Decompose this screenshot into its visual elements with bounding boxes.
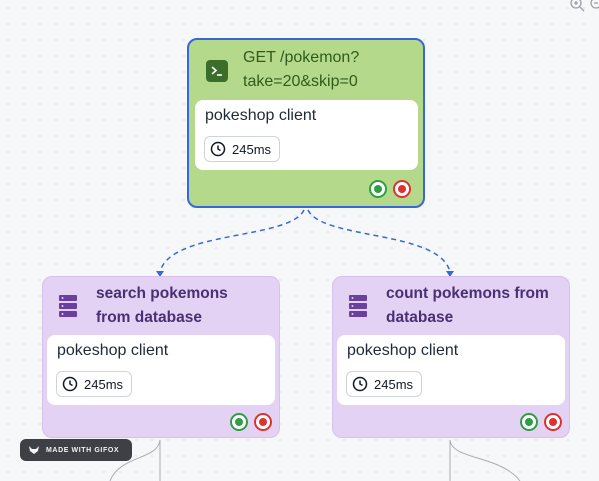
trace-canvas[interactable]: GET /pokemon?take=20&skip=0 pokeshop cli…	[0, 0, 599, 481]
span-card: pokeshop client 245ms	[195, 100, 418, 170]
gifox-badge: MADE WITH GIFOX	[20, 439, 132, 461]
duration-badge: 245ms	[346, 371, 423, 397]
service-name: pokeshop client	[347, 342, 459, 359]
root-span-node[interactable]: GET /pokemon?take=20&skip=0 pokeshop cli…	[187, 38, 425, 208]
zoom-in-icon[interactable]	[569, 0, 585, 12]
edge-root-to-search	[159, 209, 305, 273]
duration-badge: 245ms	[56, 371, 133, 397]
status-indicators	[230, 413, 272, 431]
clock-icon	[62, 376, 78, 392]
zoom-out-icon[interactable]	[589, 0, 599, 12]
edge-root-to-count	[307, 209, 451, 273]
database-icon	[57, 293, 79, 319]
span-card: pokeshop client 245ms	[47, 335, 275, 405]
database-icon	[347, 293, 369, 319]
clock-icon	[210, 141, 226, 157]
error-status-icon[interactable]	[544, 413, 562, 431]
duration-badge: 245ms	[204, 136, 281, 162]
error-status-icon[interactable]	[393, 180, 411, 198]
duration-value: 245ms	[84, 376, 124, 392]
error-status-icon[interactable]	[254, 413, 272, 431]
status-indicators	[369, 180, 411, 198]
check-status-icon[interactable]	[520, 413, 538, 431]
node-title: GET /pokemon?take=20&skip=0	[243, 49, 360, 90]
span-card: pokeshop client 245ms	[337, 335, 565, 405]
terminal-icon	[206, 60, 228, 82]
duration-value: 245ms	[374, 376, 414, 392]
clock-icon	[352, 376, 368, 392]
status-indicators	[520, 413, 562, 431]
service-name: pokeshop client	[57, 342, 169, 359]
offscreen-edge-right	[449, 439, 521, 481]
service-name: pokeshop client	[205, 107, 317, 124]
node-title: count pokemons from database	[386, 285, 549, 326]
fox-logo-icon	[29, 446, 39, 454]
zoom-controls	[569, 0, 599, 12]
node-title: search pokemons from database	[96, 285, 228, 326]
badge-label: MADE WITH GIFOX	[46, 446, 120, 454]
check-status-icon[interactable]	[230, 413, 248, 431]
count-pokemons-node[interactable]: count pokemons from database pokeshop cl…	[332, 276, 570, 438]
check-status-icon[interactable]	[369, 180, 387, 198]
search-pokemons-node[interactable]: search pokemons from database pokeshop c…	[42, 276, 280, 438]
duration-value: 245ms	[232, 141, 272, 157]
